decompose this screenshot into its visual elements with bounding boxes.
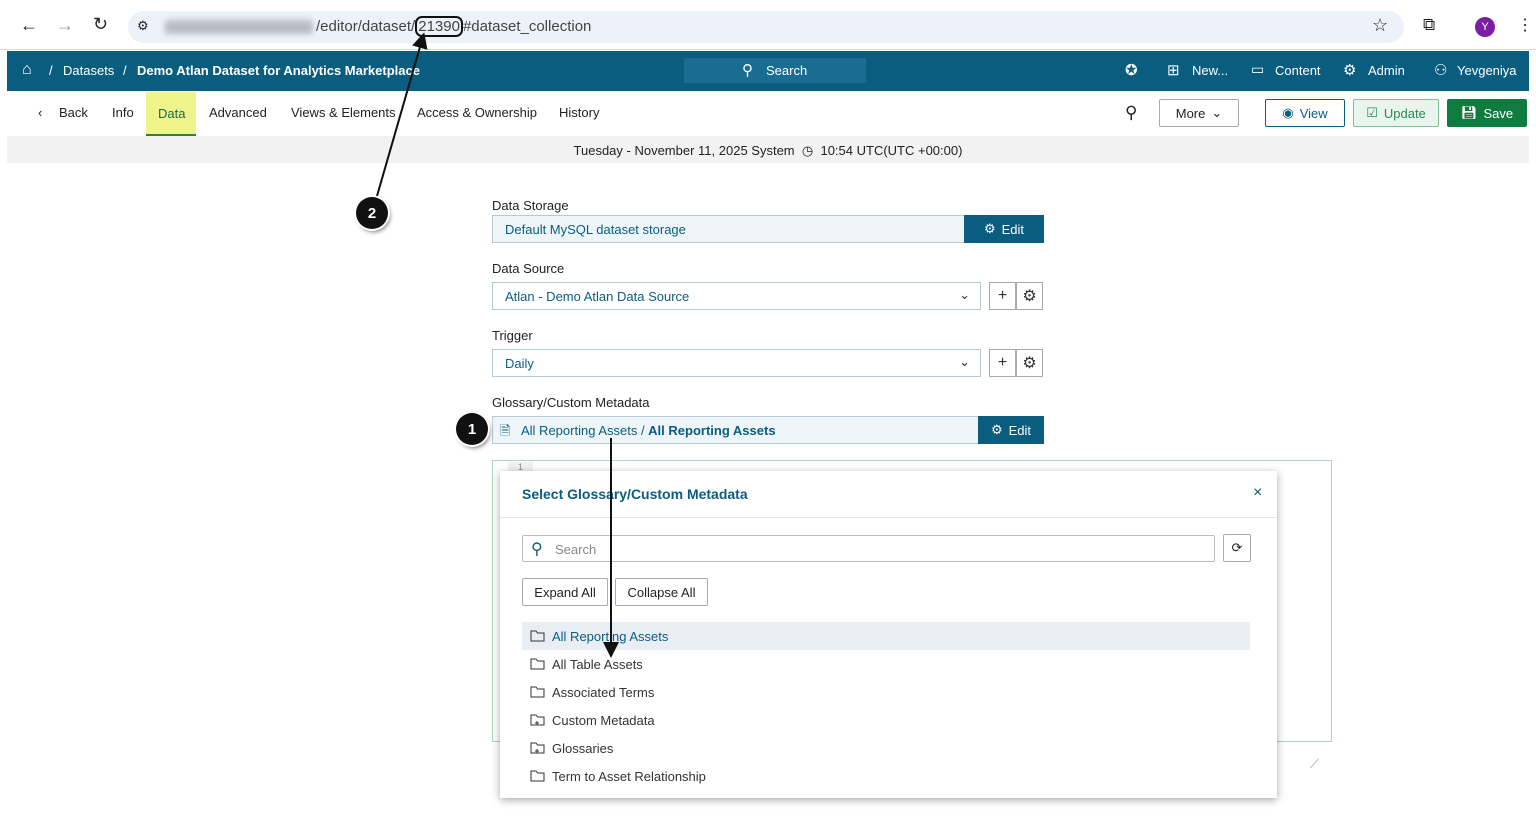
arrow-to-url-id	[376, 32, 428, 197]
annotation-arrows	[376, 32, 619, 658]
